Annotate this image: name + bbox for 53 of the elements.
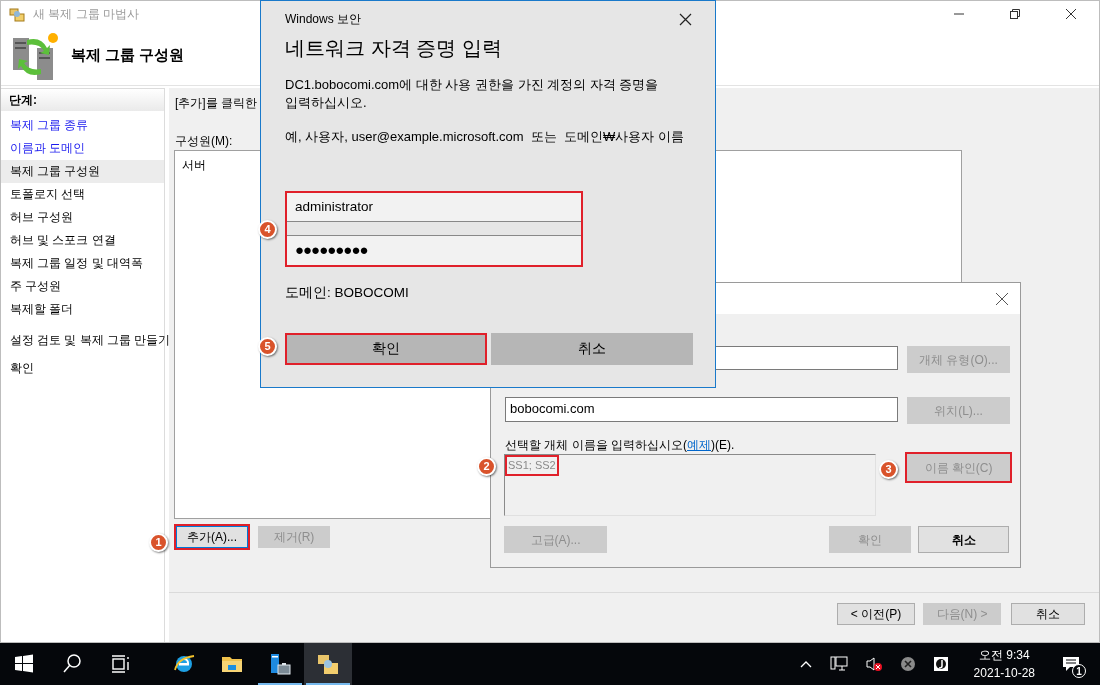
network-icon: [829, 656, 848, 672]
names-label: 선택할 개체 이름을 입력하십시오(: [505, 437, 687, 453]
step-item[interactable]: 복제 그룹 구성원: [1, 160, 164, 183]
password-field[interactable]: ●●●●●●●●●: [287, 235, 581, 265]
column-header: 서버: [182, 158, 206, 172]
folders-icon: [9, 5, 25, 22]
muted-speaker-icon: [864, 656, 883, 672]
example-link[interactable]: 예제: [687, 436, 711, 453]
j-circle-icon: [932, 656, 949, 672]
nav-button[interactable]: < 이전(P): [837, 603, 915, 625]
close-icon: [678, 12, 692, 26]
step-item[interactable]: 토폴로지 선택: [1, 183, 164, 206]
window-title: 새 복제 그룹 마법사: [33, 5, 139, 23]
step-item[interactable]: 복제할 폴더: [1, 298, 164, 321]
folders-icon: [316, 652, 340, 676]
notifications-button[interactable]: 1: [1056, 649, 1086, 679]
dialog-button[interactable]: 취소: [918, 526, 1009, 553]
username-field[interactable]: administrator: [287, 193, 581, 222]
server-toolbox-icon: [268, 652, 292, 676]
nav-button[interactable]: 취소: [1011, 603, 1085, 625]
dialog-caption: Windows 보안: [285, 11, 361, 28]
intro-text: [추가]를 클릭한: [175, 96, 257, 110]
dialog-example: 예, 사용자, user@example.microsoft.com 또는 도메인₩사용자 이름: [285, 128, 685, 146]
step-item[interactable]: 복제 그룹 종류: [1, 114, 164, 137]
clock-time: 오전 9:34: [978, 647, 1030, 664]
list-button[interactable]: 추가(A)...: [176, 526, 248, 548]
dialog-button[interactable]: 취소: [491, 333, 693, 366]
step-item[interactable]: 복제 그룹 일정 및 대역폭: [1, 252, 164, 275]
taskbar-app[interactable]: [304, 643, 352, 685]
step-item[interactable]: 이름과 도메인: [1, 137, 164, 160]
step-item[interactable]: 주 구성원: [1, 275, 164, 298]
clock-date: 2021-10-28: [973, 665, 1035, 682]
clock-button[interactable]: 오전 9:34 2021-10-28: [973, 646, 1035, 682]
step-item[interactable]: 허브 및 스포크 연결: [1, 229, 164, 252]
close-button[interactable]: [677, 11, 693, 27]
x-circle-icon: [899, 656, 916, 672]
close-button[interactable]: [994, 290, 1010, 307]
close-icon: [995, 291, 1009, 306]
members-label: 구성원(M):: [175, 134, 233, 148]
dialog-button[interactable]: 확인: [285, 333, 487, 366]
location-field[interactable]: bobocomi.com: [505, 397, 898, 422]
steps-header: 단계:: [1, 89, 164, 111]
step-item[interactable]: 확인: [1, 357, 164, 380]
dialog-message: DC1.bobocomi.com에 대한 사용 권한을 가진 계정의 자격 증명을 입력하십시오.: [285, 76, 660, 112]
dialog-title: 네트워크 자격 증명 입력: [285, 36, 503, 61]
step-item[interactable]: 허브 구성원: [1, 206, 164, 229]
names-label: )(E).: [711, 437, 735, 453]
wizard-heading: 복제 그룹 구성원: [71, 45, 185, 66]
notification-count: 1: [1072, 664, 1086, 678]
close-icon: [1065, 7, 1077, 20]
names-value: SS1; SS2: [505, 455, 559, 476]
maximize-icon: [1009, 7, 1021, 20]
domain-text: 도메인: BOBOCOMI: [285, 284, 410, 302]
